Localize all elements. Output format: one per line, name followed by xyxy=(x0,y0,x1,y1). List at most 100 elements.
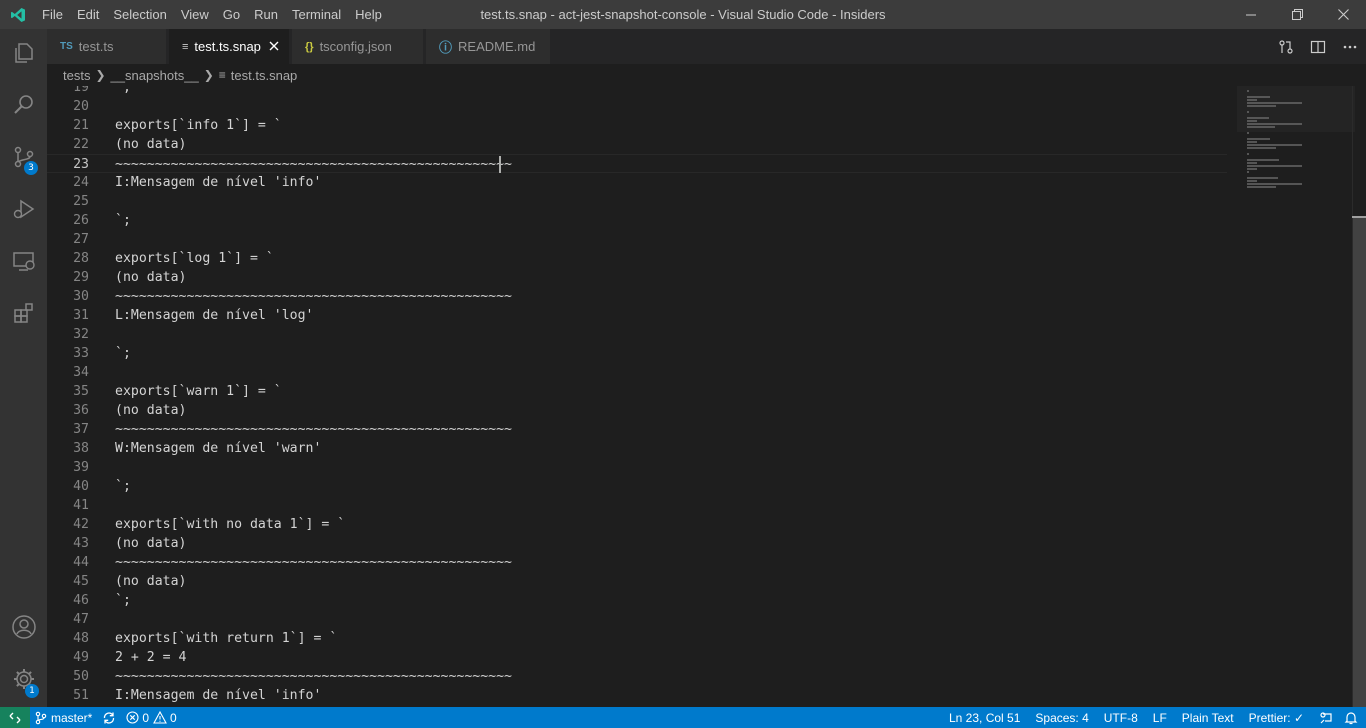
line-number: 49 xyxy=(73,650,89,665)
code-line[interactable]: 46 `; xyxy=(47,591,1227,610)
line-number: 33 xyxy=(73,346,89,361)
sync-button[interactable] xyxy=(97,707,121,728)
minimize-button[interactable] xyxy=(1228,0,1274,29)
line-number: 38 xyxy=(73,441,89,456)
line-text: exports[`log 1`] = ` xyxy=(115,251,274,266)
code-line[interactable]: 30 ~~~~~~~~~~~~~~~~~~~~~~~~~~~~~~~~~~~~~~… xyxy=(47,287,1227,306)
close-tab-icon[interactable] xyxy=(267,39,281,53)
tab-test-ts-snap[interactable]: ≡ test.ts.snap xyxy=(169,29,290,64)
text-file-icon: ≡ xyxy=(182,40,189,53)
remote-indicator-icon[interactable] xyxy=(0,707,30,728)
menu-file[interactable]: File xyxy=(35,0,70,29)
code-line[interactable]: 31 L:Mensagem de nível 'log' xyxy=(47,306,1227,325)
code-line[interactable]: 27 xyxy=(47,230,1227,249)
activity-bar: 3 1 xyxy=(0,29,47,707)
line-number: 41 xyxy=(73,498,89,513)
menu-edit[interactable]: Edit xyxy=(70,0,106,29)
tab-readme-md[interactable]: ⓘ README.md xyxy=(426,29,551,64)
code-line[interactable]: 37 ~~~~~~~~~~~~~~~~~~~~~~~~~~~~~~~~~~~~~~… xyxy=(47,420,1227,439)
code-line[interactable]: 48 exports[`with return 1`] = ` xyxy=(47,629,1227,648)
source-control-icon[interactable]: 3 xyxy=(0,133,47,181)
menu-selection[interactable]: Selection xyxy=(106,0,173,29)
scrollbar-thumb[interactable] xyxy=(1353,218,1366,707)
feedback-icon[interactable] xyxy=(1314,707,1339,728)
code-line[interactable]: 39 xyxy=(47,458,1227,477)
code-line[interactable]: 51 I:Mensagem de nível 'info' xyxy=(47,686,1227,705)
code-line[interactable]: 33 `; xyxy=(47,344,1227,363)
code-line[interactable]: 35 exports[`warn 1`] = ` xyxy=(47,382,1227,401)
code-line[interactable]: 21 exports[`info 1`] = ` xyxy=(47,116,1227,135)
line-number: 24 xyxy=(73,175,89,190)
code-line[interactable]: 26 `; xyxy=(47,211,1227,230)
code-line[interactable]: 25 xyxy=(47,192,1227,211)
minimap[interactable] xyxy=(1237,86,1355,707)
restore-button[interactable] xyxy=(1274,0,1320,29)
tab-test-ts[interactable]: TS test.ts xyxy=(47,29,167,64)
cursor-position[interactable]: Ln 23, Col 51 xyxy=(944,707,1030,728)
close-window-button[interactable] xyxy=(1320,0,1366,29)
notifications-bell-icon[interactable] xyxy=(1339,707,1366,728)
line-text: I:Mensagem de nível 'info' xyxy=(115,688,322,703)
code-line[interactable]: 19 `; xyxy=(47,86,1227,97)
indentation-status[interactable]: Spaces: 4 xyxy=(1030,707,1098,728)
minimap-viewport[interactable] xyxy=(1237,86,1355,132)
code-line[interactable]: 43 (no data) xyxy=(47,534,1227,553)
run-debug-icon[interactable] xyxy=(0,185,47,233)
code-line[interactable]: 32 xyxy=(47,325,1227,344)
tab-tsconfig-json[interactable]: {} tsconfig.json xyxy=(292,29,424,64)
line-number: 37 xyxy=(73,422,89,437)
code-line[interactable]: 29 (no data) xyxy=(47,268,1227,287)
menu-terminal[interactable]: Terminal xyxy=(285,0,348,29)
code-line[interactable]: 47 xyxy=(47,610,1227,629)
manage-gear-icon[interactable]: 1 xyxy=(0,655,47,703)
encoding-status[interactable]: UTF-8 xyxy=(1099,707,1148,728)
remote-explorer-icon[interactable] xyxy=(0,237,47,285)
search-icon[interactable] xyxy=(0,81,47,129)
breadcrumb-item[interactable]: __snapshots__ xyxy=(111,68,199,83)
vertical-scrollbar[interactable] xyxy=(1352,86,1366,707)
code-line[interactable]: 40 `; xyxy=(47,477,1227,496)
code-line[interactable]: 38 W:Mensagem de nível 'warn' xyxy=(47,439,1227,458)
code-line[interactable]: 20 xyxy=(47,97,1227,116)
code-line[interactable]: 45 (no data) xyxy=(47,572,1227,591)
open-changes-icon[interactable] xyxy=(1270,29,1302,64)
problems-status[interactable]: 0 0 xyxy=(121,707,181,728)
minimap-line xyxy=(1247,168,1257,170)
code-line[interactable]: 41 xyxy=(47,496,1227,515)
code-line[interactable]: 44 ~~~~~~~~~~~~~~~~~~~~~~~~~~~~~~~~~~~~~~… xyxy=(47,553,1227,572)
code-line[interactable]: 34 xyxy=(47,363,1227,382)
code-editor[interactable]: 19 `; 20 21 exports[`info 1`] = ` 22 (no data)… xyxy=(47,86,1366,707)
breadcrumb-item[interactable]: tests xyxy=(63,68,90,83)
more-actions-icon[interactable] xyxy=(1334,29,1366,64)
line-number: 25 xyxy=(73,194,89,209)
code-line[interactable]: 36 (no data) xyxy=(47,401,1227,420)
prettier-status[interactable]: Prettier: ✓ xyxy=(1244,707,1314,728)
menu-go[interactable]: Go xyxy=(216,0,247,29)
line-number: 46 xyxy=(73,593,89,608)
split-editor-icon[interactable] xyxy=(1302,29,1334,64)
language-mode[interactable]: Plain Text xyxy=(1177,707,1244,728)
breadcrumb-item[interactable]: test.ts.snap xyxy=(231,68,297,83)
code-line[interactable]: 42 exports[`with no data 1`] = ` xyxy=(47,515,1227,534)
line-text: (no data) xyxy=(115,536,187,551)
accounts-icon[interactable] xyxy=(0,603,47,651)
code-line[interactable]: 22 (no data) xyxy=(47,135,1227,154)
code-line[interactable]: 50 ~~~~~~~~~~~~~~~~~~~~~~~~~~~~~~~~~~~~~~… xyxy=(47,667,1227,686)
eol-status[interactable]: LF xyxy=(1148,707,1177,728)
editor-actions xyxy=(1270,29,1366,64)
code-line[interactable]: 23 ~~~~~~~~~~~~~~~~~~~~~~~~~~~~~~~~~~~~~~… xyxy=(47,154,1227,173)
explorer-icon[interactable] xyxy=(0,29,47,77)
line-text: `; xyxy=(115,593,131,608)
code-line[interactable]: 49 2 + 2 = 4 xyxy=(47,648,1227,667)
line-text: ~~~~~~~~~~~~~~~~~~~~~~~~~~~~~~~~~~~~~~~~… xyxy=(115,289,512,304)
line-text: `; xyxy=(115,479,131,494)
text-file-icon: ≡ xyxy=(218,68,226,82)
code-line[interactable]: 24 I:Mensagem de nível 'info' xyxy=(47,173,1227,192)
code-line[interactable]: 28 exports[`log 1`] = ` xyxy=(47,249,1227,268)
extensions-icon[interactable] xyxy=(0,289,47,337)
branch-status[interactable]: master* xyxy=(30,707,97,728)
menu-help[interactable]: Help xyxy=(348,0,389,29)
menu-view[interactable]: View xyxy=(174,0,216,29)
vscode-logo-icon xyxy=(0,0,35,29)
menu-run[interactable]: Run xyxy=(247,0,285,29)
